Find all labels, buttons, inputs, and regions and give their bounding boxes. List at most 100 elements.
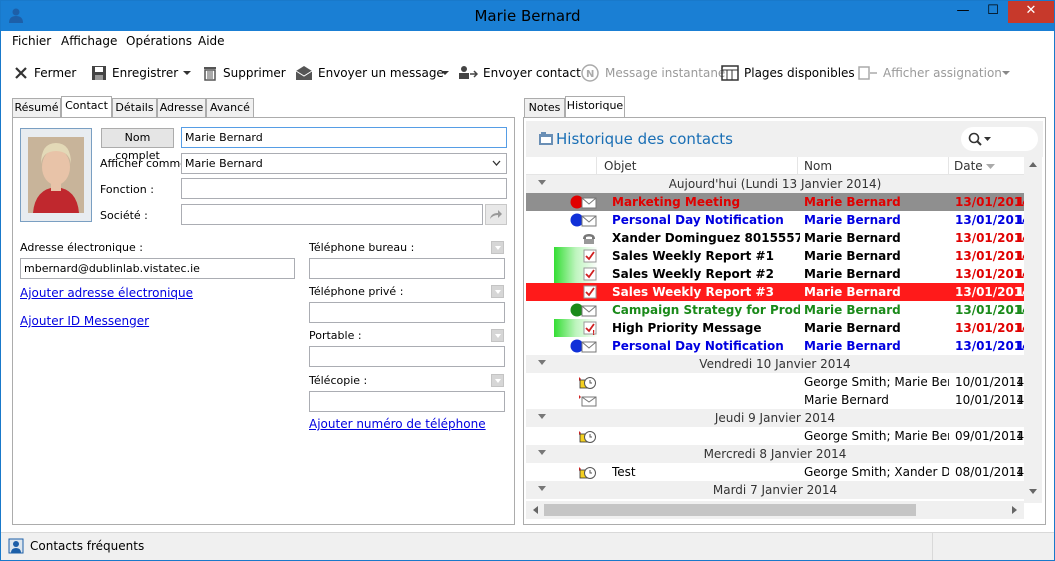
column-objet[interactable]: Objet [604,159,636,173]
history-row[interactable]: Personal Day Notification Marie Bernard 13… [526,337,1024,355]
save-dropdown-arrow[interactable] [183,64,196,82]
add-messenger-link[interactable]: Ajouter ID Messenger [20,314,149,328]
availability-button[interactable]: Plages disponibles [721,64,855,82]
company-goto-button[interactable] [485,204,507,225]
phone-home-field[interactable] [309,302,505,323]
row-date: 13/01/2014 [955,303,1024,317]
history-row[interactable]: Test George Smith; Xander Dor 08/01/201415 [526,463,1024,481]
tab-details[interactable]: Détails [112,98,157,118]
row-name: George Smith; Marie Bern [804,429,949,443]
contact-card-icon [459,66,478,79]
history-row[interactable]: Xander Dominguez 8015557867 Marie Bernard… [526,229,1024,247]
row-time: 1 [1016,285,1024,299]
company-field[interactable] [181,204,483,225]
contact-tabs: Résumé Contact Détails Adresse Avancé [12,96,512,118]
history-row[interactable]: Marketing Meeting Marie Bernard 13/01/2014… [526,193,1024,211]
history-group-label: Jeudi 9 Janvier 2014 [714,411,836,425]
function-label: Fonction : [100,183,154,196]
row-time: 1 [1016,213,1024,227]
column-nom[interactable]: Nom [804,159,832,173]
row-date: 13/01/2014 [955,249,1024,263]
function-field[interactable] [181,178,507,199]
tab-notes[interactable]: Notes [524,98,565,118]
full-name-field[interactable]: Marie Bernard [181,127,507,148]
mail-item-icon [568,392,598,409]
row-name: Marie Bernard [804,393,889,407]
toolbar-overflow-arrow[interactable] [1002,64,1015,82]
menu-operations[interactable]: Opérations [126,34,192,48]
history-row[interactable]: Campaign Strategy for Product Y Marie Ber… [526,301,1024,319]
row-subject: Xander Dominguez 8015557867 [612,231,800,245]
menu-affichage[interactable]: Affichage [61,34,117,48]
delete-button[interactable]: Supprimer [202,64,286,82]
history-row[interactable]: George Smith; Marie Bern 09/01/201415 [526,427,1024,445]
row-subject: Personal Day Notification [612,339,784,353]
history-vertical-scrollbar[interactable] [1024,157,1042,503]
history-group-header[interactable]: Mercredi 8 Janvier 2014 [526,445,1024,463]
instant-message-button[interactable]: N Message instantané [580,64,725,82]
row-name: Marie Bernard [804,267,901,281]
history-group-header[interactable]: Mardi 7 Janvier 2014 [526,481,1024,499]
history-group-header[interactable]: Vendredi 10 Janvier 2014 [526,355,1024,373]
tab-contact[interactable]: Contact [61,96,112,117]
phone-work-type-button[interactable] [491,241,504,254]
history-group-label: Mardi 7 Janvier 2014 [712,483,838,497]
tab-historique[interactable]: Historique [565,96,625,117]
row-subject: Sales Weekly Report #1 [612,249,774,263]
history-row[interactable]: Sales Weekly Report #3 Marie Bernard 13/01… [526,283,1024,301]
minimize-button[interactable]: — [948,1,978,23]
contact-photo[interactable] [20,128,92,222]
send-contact-button[interactable]: Envoyer contact [458,64,581,82]
show-assignment-button[interactable]: Afficher assignation [858,64,1002,82]
tab-resume[interactable]: Résumé [12,98,61,118]
close-window-button[interactable]: ✕ [1008,1,1054,23]
sort-descending-icon [986,164,995,169]
fax-type-button[interactable] [491,374,504,387]
fax-field[interactable] [309,391,505,412]
add-phone-link[interactable]: Ajouter numéro de téléphone [309,417,486,431]
delete-label: Supprimer [223,66,286,80]
row-date: 09/01/2014 [955,429,1024,443]
check-item-icon [568,284,598,301]
history-row[interactable]: Sales Weekly Report #2 Marie Bernard 13/01… [526,265,1024,283]
row-date: 13/01/2014 [955,231,1024,245]
save-button[interactable]: Enregistrer [91,64,178,82]
close-label: Fermer [34,66,77,80]
frequent-contacts-label[interactable]: Contacts fréquents [30,539,144,553]
mobile-field[interactable] [309,346,505,367]
phone-work-field[interactable] [309,258,505,279]
send-message-button[interactable]: Envoyer un message [295,64,444,82]
column-date[interactable]: Date [954,159,983,173]
full-name-button[interactable]: Nom complet [101,128,174,162]
add-email-link[interactable]: Ajouter adresse électronique [20,286,193,300]
menu-fichier[interactable]: Fichier [12,34,51,48]
history-horizontal-scrollbar[interactable] [526,501,1024,519]
history-group-header[interactable]: Aujourd'hui (Lundi 13 Janvier 2014) [526,175,1024,193]
tab-adresse[interactable]: Adresse [157,98,206,118]
history-group-header[interactable]: Jeudi 9 Janvier 2014 [526,409,1024,427]
maximize-button[interactable]: ☐ [978,1,1008,23]
menu-aide[interactable]: Aide [198,34,225,48]
email-field[interactable]: mbernard@dublinlab.vistatec.ie [20,258,295,279]
mobile-label: Portable : [309,329,362,342]
title-bar[interactable]: Marie Bernard — ☐ ✕ [1,1,1054,31]
history-search[interactable] [961,127,1038,151]
close-button[interactable]: Fermer [13,64,76,82]
show-assignment-label: Afficher assignation [883,66,1002,80]
mobile-type-button[interactable] [491,329,504,342]
save-label: Enregistrer [112,66,179,80]
row-name: Marie Bernard [804,249,901,263]
history-row[interactable]: Personal Day Notification Marie Bernard 13… [526,211,1024,229]
phone-home-type-button[interactable] [491,285,504,298]
tab-avance[interactable]: Avancé [206,98,254,118]
clock-item-icon [568,464,598,481]
history-row[interactable]: George Smith; Marie Bern 10/01/201415 [526,373,1024,391]
history-row[interactable]: Marie Bernard 10/01/201415 [526,391,1024,409]
scroll-down-icon [1029,489,1037,494]
send-message-dropdown[interactable] [441,64,454,82]
history-row[interactable]: Sales Weekly Report #1 Marie Bernard 13/01… [526,247,1024,265]
history-row[interactable]: ! High Priority Message Marie Bernard 13/01… [526,319,1024,337]
display-as-select[interactable]: Marie Bernard [181,153,507,174]
horizontal-scroll-thumb[interactable] [544,504,916,516]
status-divider [932,533,933,560]
